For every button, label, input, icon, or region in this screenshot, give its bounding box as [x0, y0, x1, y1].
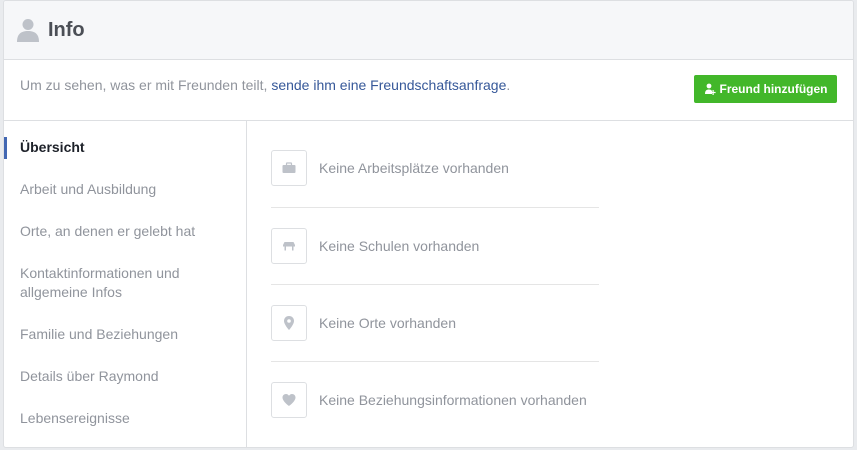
work-icon-box [271, 150, 307, 186]
notice-prefix: Um zu sehen, was er mit Freunden teilt, [20, 77, 272, 93]
list-item: Keine Arbeitsplätze vorhanden [271, 150, 599, 186]
sidebar-item-work-education[interactable]: Arbeit und Ausbildung [4, 180, 246, 199]
no-places-label: Keine Orte vorhanden [319, 315, 456, 331]
overview-panel: Keine Arbeitsplätze vorhanden Keine Schu… [247, 121, 853, 447]
sidebar-item-overview[interactable]: Übersicht [4, 137, 246, 159]
add-friend-button[interactable]: Freund hinzufügen [694, 75, 837, 103]
no-work-label: Keine Arbeitsplätze vorhanden [319, 160, 509, 176]
heart-icon [282, 394, 296, 406]
friend-request-notice: Um zu sehen, was er mit Freunden teilt, … [4, 60, 853, 121]
list-item: Keine Schulen vorhanden [271, 228, 599, 264]
send-friend-request-link[interactable]: sende ihm eine Freundschaftsanfrage [271, 77, 506, 93]
school-icon [283, 242, 295, 251]
no-schools-label: Keine Schulen vorhanden [319, 238, 480, 254]
sidebar-item-family-relationships[interactable]: Familie und Beziehungen [4, 325, 246, 344]
sidebar-item-places-lived[interactable]: Orte, an denen er gelebt hat [4, 222, 246, 241]
about-card: Info Um zu sehen, was er mit Freunden te… [3, 0, 854, 448]
places-icon-box [271, 305, 307, 341]
sidebar-item-details-about[interactable]: Details über Raymond [4, 367, 246, 386]
sidebar-item-life-events[interactable]: Lebensereignisse [4, 409, 246, 428]
sidebar-item-contact-info[interactable]: Kontaktinformationen und allgemeine Info… [4, 264, 204, 302]
divider [271, 361, 599, 362]
notice-text: Um zu sehen, was er mit Freunden teilt, … [20, 77, 510, 93]
location-pin-icon [284, 316, 294, 330]
divider [271, 284, 599, 285]
list-item: Keine Orte vorhanden [271, 305, 599, 341]
notice-suffix: . [506, 77, 511, 93]
page-title: Info [48, 18, 85, 41]
person-icon [17, 19, 39, 42]
about-content: Übersicht Arbeit und Ausbildung Orte, an… [4, 121, 853, 447]
add-friend-icon [704, 83, 716, 95]
school-icon-box [271, 228, 307, 264]
relationship-icon-box [271, 382, 307, 418]
add-friend-label: Freund hinzufügen [719, 82, 828, 96]
about-sidebar: Übersicht Arbeit und Ausbildung Orte, an… [4, 121, 247, 447]
no-relationship-label: Keine Beziehungsinformationen vorhanden [319, 392, 587, 408]
card-header: Info [4, 1, 853, 60]
divider [271, 207, 599, 208]
list-item: Keine Beziehungsinformationen vorhanden [271, 382, 599, 418]
briefcase-icon [282, 162, 296, 173]
